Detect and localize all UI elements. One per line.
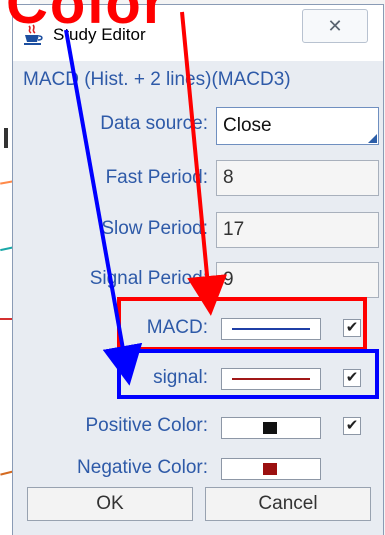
positive-color-checkbox[interactable]: ✔ <box>343 417 361 435</box>
macd-highlight-box <box>117 297 367 351</box>
close-icon: ✕ <box>327 16 343 36</box>
ok-button[interactable]: OK <box>27 487 193 521</box>
chart-bar <box>4 128 8 148</box>
slow-period-label: Slow Period: <box>101 218 208 239</box>
fast-period-label: Fast Period: <box>105 167 208 188</box>
data-source-label: Data source: <box>100 113 208 134</box>
study-editor-dialog: Study Editor ✕ MACD (Hist. + 2 lines)(MA… <box>12 4 384 535</box>
close-button[interactable]: ✕ <box>302 9 368 43</box>
positive-color-swatch[interactable] <box>221 417 321 439</box>
color-annotation-title: Color <box>6 0 168 36</box>
fast-period-input[interactable]: 8 <box>216 160 379 196</box>
data-source-value: Close <box>223 115 272 136</box>
study-header: MACD (Hist. + 2 lines)(MACD3) <box>23 69 291 90</box>
negative-color-swatch[interactable] <box>221 458 321 480</box>
slow-period-input[interactable]: 17 <box>216 212 379 248</box>
cancel-button[interactable]: Cancel <box>205 487 371 521</box>
data-source-select[interactable]: Close <box>216 107 379 145</box>
negative-color-square <box>263 463 277 475</box>
positive-color-square <box>263 422 277 434</box>
dropdown-corner-icon <box>368 134 377 143</box>
signal-period-label: Signal Period: <box>89 268 208 289</box>
signal-period-input[interactable]: 9 <box>216 262 379 298</box>
positive-color-label: Positive Color: <box>85 415 209 436</box>
negative-color-label: Negative Color: <box>77 457 208 478</box>
signal-highlight-box <box>117 349 379 399</box>
